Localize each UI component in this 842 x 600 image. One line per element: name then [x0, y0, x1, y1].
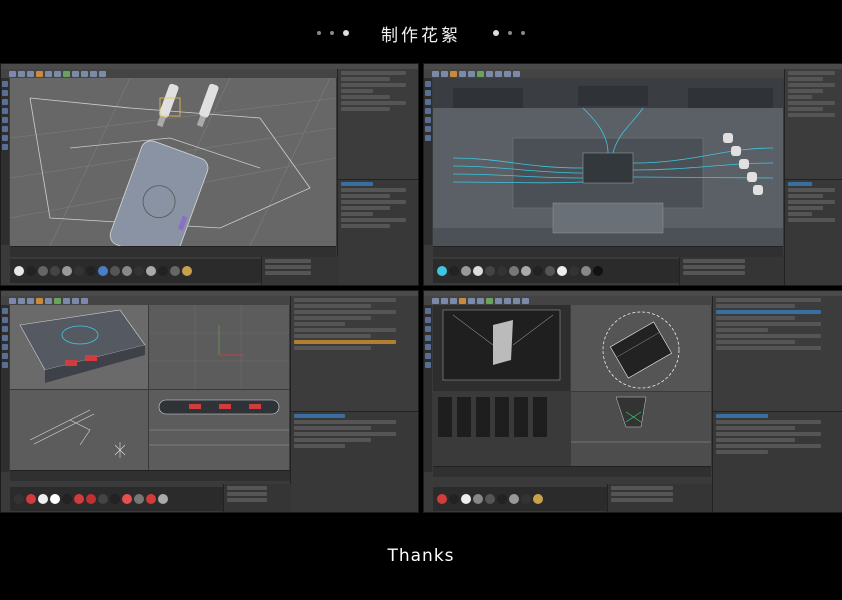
- left-dots-decoration: [317, 30, 349, 36]
- coordinates-panel[interactable]: [607, 484, 712, 512]
- screenshot-device-interior-scene: [423, 290, 842, 513]
- coordinates-panel[interactable]: [261, 257, 338, 285]
- attribute-manager[interactable]: [337, 179, 418, 285]
- object-manager[interactable]: [784, 69, 842, 179]
- viewport-front[interactable]: [571, 392, 711, 466]
- screenshot-circuit-chip-scene: [423, 63, 842, 286]
- timeline[interactable]: [433, 466, 711, 477]
- object-manager[interactable]: [712, 296, 842, 411]
- attribute-manager[interactable]: [290, 411, 418, 512]
- viewport-right[interactable]: [10, 390, 148, 470]
- toolbar: [424, 69, 842, 78]
- material-manager[interactable]: [433, 487, 611, 511]
- timeline[interactable]: [433, 246, 783, 257]
- object-manager[interactable]: [290, 296, 418, 411]
- timeline[interactable]: [10, 470, 290, 481]
- viewport-right[interactable]: [433, 392, 570, 466]
- attribute-manager[interactable]: [712, 411, 842, 512]
- viewport-perspective[interactable]: [433, 78, 783, 246]
- viewport-top[interactable]: [149, 305, 289, 389]
- header: 制作花絮: [0, 18, 842, 48]
- page-title: 制作花絮: [381, 25, 461, 46]
- object-manager[interactable]: [337, 69, 418, 179]
- footer-thanks: Thanks: [387, 546, 455, 566]
- viewport-perspective[interactable]: [10, 305, 148, 389]
- screenshot-power-bank-four-view: [0, 290, 419, 513]
- viewport-perspective[interactable]: [10, 78, 336, 246]
- viewport-top[interactable]: [571, 305, 711, 391]
- left-toolbar: [424, 78, 432, 245]
- right-dots-decoration: [493, 30, 525, 36]
- attribute-manager[interactable]: [784, 179, 842, 285]
- material-manager[interactable]: [10, 487, 228, 511]
- material-manager[interactable]: [433, 259, 681, 283]
- viewport-front[interactable]: [149, 390, 289, 470]
- viewport-perspective[interactable]: [433, 305, 570, 391]
- left-toolbar: [424, 305, 432, 472]
- left-toolbar: [1, 78, 9, 245]
- coordinates-panel[interactable]: [679, 257, 784, 285]
- material-manager[interactable]: [10, 259, 268, 283]
- timeline[interactable]: [10, 246, 336, 257]
- left-toolbar: [1, 305, 9, 472]
- screenshot-power-bank-cables: [0, 63, 419, 286]
- coordinates-panel[interactable]: [223, 484, 291, 512]
